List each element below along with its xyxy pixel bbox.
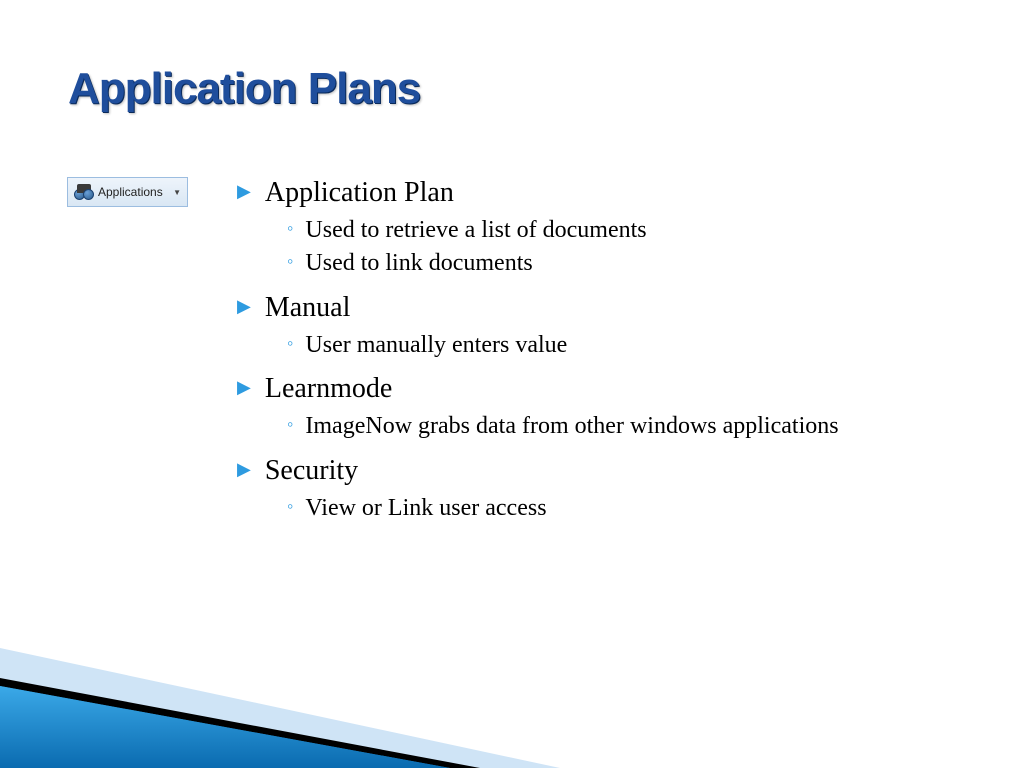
applications-dropdown-button[interactable]: Applications ▼ <box>67 177 188 207</box>
list-sub-item: ◦ User manually enters value <box>287 329 937 363</box>
circle-icon: ◦ <box>287 218 293 239</box>
bullet-icon: ▶ <box>237 181 251 202</box>
bullet-label: Learnmode <box>265 370 393 408</box>
sub-label: Used to retrieve a list of documents <box>305 214 646 248</box>
sub-label: ImageNow grabs data from other windows a… <box>305 410 838 444</box>
bullet-icon: ▶ <box>237 377 251 398</box>
slide-decoration <box>0 648 1024 768</box>
circle-icon: ◦ <box>287 496 293 517</box>
chevron-down-icon: ▼ <box>173 188 181 197</box>
circle-icon: ◦ <box>287 333 293 354</box>
bullet-icon: ▶ <box>237 459 251 480</box>
list-item: ▶ Application Plan <box>237 174 937 212</box>
binoculars-icon <box>74 184 94 200</box>
list-item: ▶ Learnmode <box>237 370 937 408</box>
bullet-label: Security <box>265 452 358 490</box>
list-sub-item: ◦ Used to link documents <box>287 247 937 281</box>
sub-label: View or Link user access <box>305 492 546 526</box>
sub-label: Used to link documents <box>305 247 532 281</box>
bullet-label: Manual <box>265 289 351 327</box>
slide-title: Application Plans <box>68 64 420 114</box>
list-item: ▶ Manual <box>237 289 937 327</box>
list-sub-item: ◦ Used to retrieve a list of documents <box>287 214 937 248</box>
circle-icon: ◦ <box>287 414 293 435</box>
slide-content: ▶ Application Plan ◦ Used to retrieve a … <box>237 174 937 533</box>
bullet-label: Application Plan <box>265 174 454 212</box>
applications-button-label: Applications <box>98 185 163 199</box>
list-sub-item: ◦ ImageNow grabs data from other windows… <box>287 410 937 444</box>
list-item: ▶ Security <box>237 452 937 490</box>
bullet-icon: ▶ <box>237 296 251 317</box>
circle-icon: ◦ <box>287 251 293 272</box>
list-sub-item: ◦ View or Link user access <box>287 492 937 526</box>
sub-label: User manually enters value <box>305 329 567 363</box>
